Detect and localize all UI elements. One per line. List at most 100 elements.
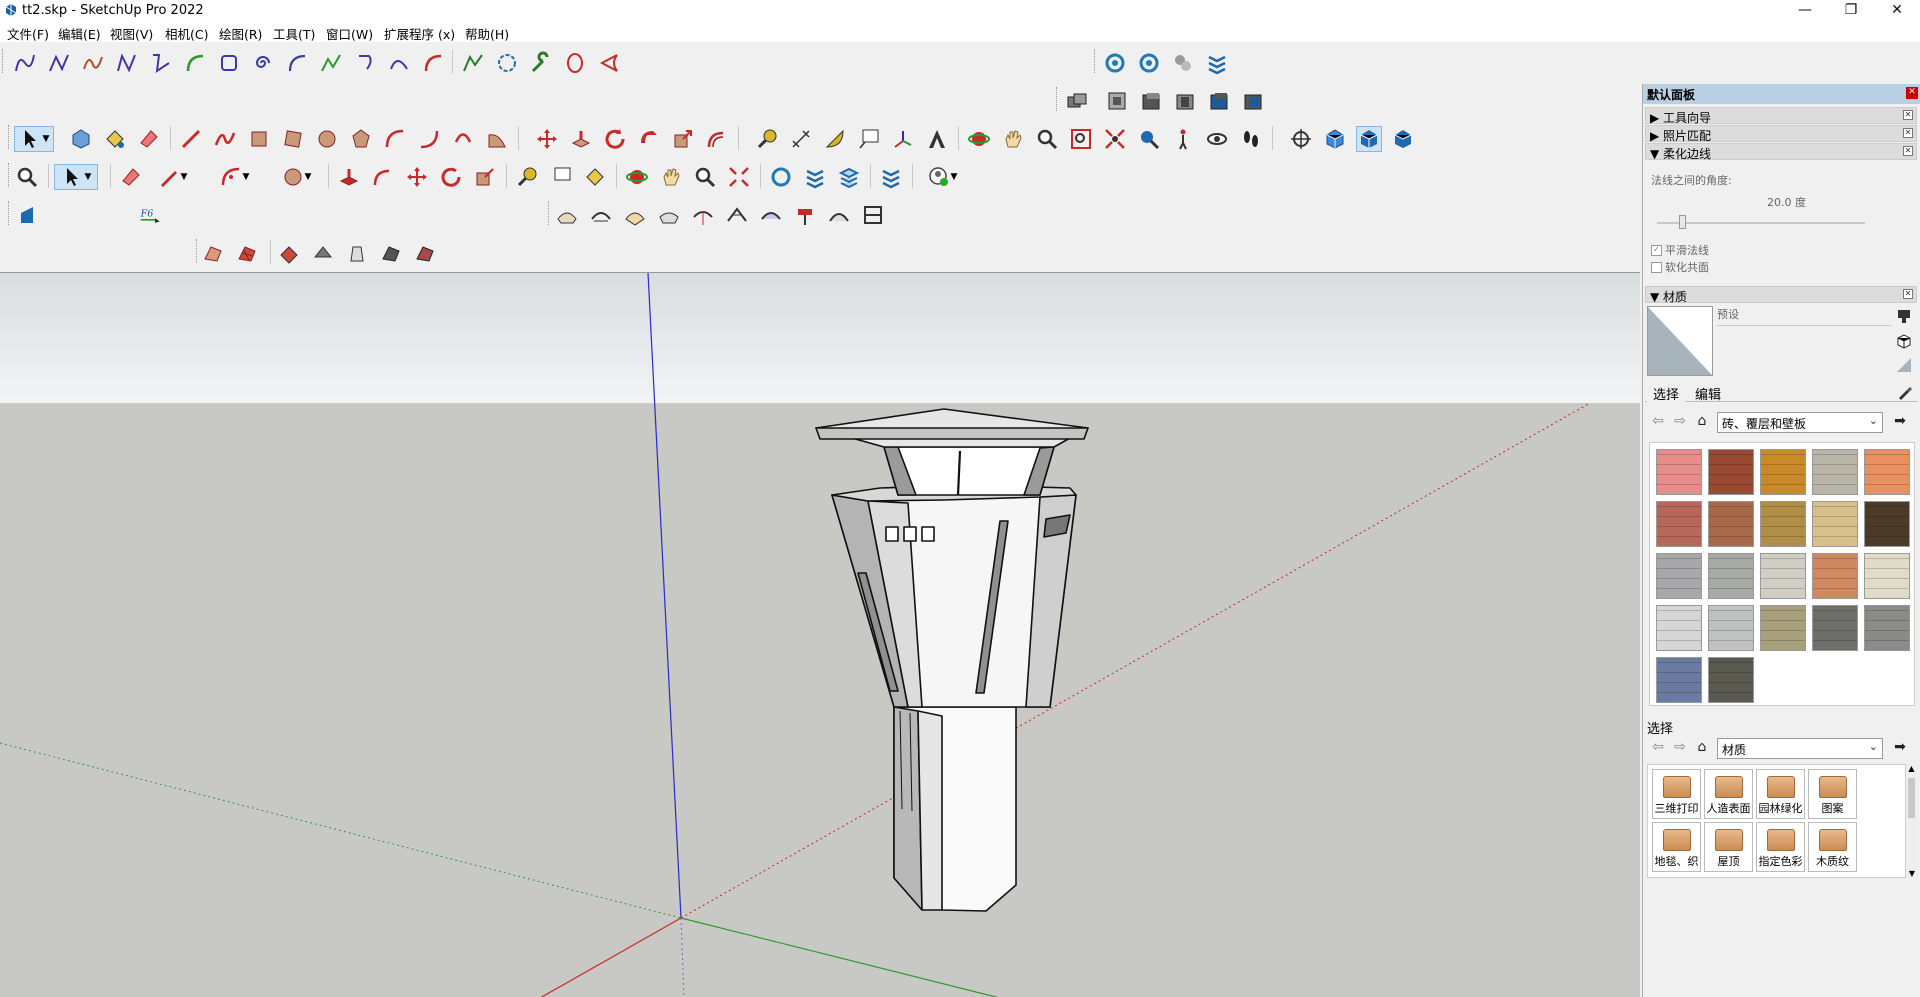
display-secondary-icon[interactable] [1895, 308, 1913, 326]
zoom-small-icon[interactable] [692, 164, 718, 190]
sandbox-detail-icon[interactable] [724, 202, 750, 228]
push-pull-icon[interactable] [568, 126, 594, 152]
bezier-curve-icon[interactable] [12, 50, 38, 76]
eraser-icon[interactable] [136, 126, 162, 152]
push-pull-small-icon[interactable] [336, 164, 362, 190]
rotated-rectangle-icon[interactable] [280, 126, 306, 152]
secondary-collection-dropdown[interactable]: 材质 ⌄ [1717, 738, 1883, 759]
terrain-stamp-icon[interactable] [276, 240, 302, 266]
soften-coplanar-checkbox[interactable] [1651, 261, 1662, 273]
home-icon[interactable]: ⌂ [1693, 412, 1711, 430]
pan-small-icon[interactable] [658, 164, 684, 190]
terrain-smooth-icon[interactable] [412, 240, 438, 266]
f6-formula-icon[interactable]: F6 [132, 202, 170, 228]
iso-view-icon[interactable] [1064, 88, 1090, 114]
pencil-dropdown-icon[interactable]: ▼ [152, 164, 192, 190]
footprints-icon[interactable] [1238, 126, 1264, 152]
move-icon[interactable] [534, 126, 560, 152]
rotate-small-icon[interactable] [438, 164, 464, 190]
polyline-icon[interactable] [114, 50, 140, 76]
tape-small-icon[interactable] [514, 164, 540, 190]
arc-2pt-icon[interactable] [416, 126, 442, 152]
material-swatch[interactable] [1656, 449, 1702, 495]
right-view-icon[interactable] [1172, 88, 1198, 114]
section-soften-edges[interactable]: ▼ 柔化边线 ✕ [1645, 143, 1917, 161]
3d-text-icon[interactable] [924, 126, 950, 152]
line-tool-icon[interactable] [178, 126, 204, 152]
3d-warehouse-icon[interactable] [1322, 126, 1348, 152]
toolbar-grip[interactable] [8, 163, 11, 187]
arc-red-icon[interactable] [420, 50, 446, 76]
sandbox-scratch-icon[interactable] [588, 202, 614, 228]
sandbox-add-icon[interactable] [826, 202, 852, 228]
menu-extensions[interactable]: 扩展程序 (x) [384, 24, 455, 43]
material-swatch[interactable] [1812, 605, 1858, 651]
protractor-icon[interactable] [822, 126, 848, 152]
section-materials[interactable]: ▼ 材质 ✕ [1645, 286, 1917, 304]
offset-icon[interactable] [704, 126, 730, 152]
material-swatch[interactable] [1812, 501, 1858, 547]
rectangle-icon[interactable] [246, 126, 272, 152]
material-swatch[interactable] [1708, 553, 1754, 599]
zoom-window-icon[interactable] [1068, 126, 1094, 152]
layers-x-icon[interactable] [878, 164, 904, 190]
terrain-from-contours-icon[interactable] [200, 240, 226, 266]
toolbar-grip[interactable] [8, 125, 11, 149]
look-around-icon[interactable] [1204, 126, 1230, 152]
material-name-field[interactable]: 预设 [1717, 306, 1891, 326]
create-material-icon[interactable] [1895, 332, 1913, 350]
back-arrow-icon[interactable]: ⇦ [1649, 412, 1667, 430]
material-swatch[interactable] [1864, 501, 1910, 547]
menu-window[interactable]: 窗口(W) [326, 24, 373, 43]
top-view-icon[interactable] [1104, 88, 1130, 114]
layers-small-icon[interactable] [802, 164, 828, 190]
zoom-magnifier-icon[interactable] [14, 164, 40, 190]
material-folder[interactable]: 园林绿化 [1756, 769, 1805, 819]
components-icon[interactable] [1170, 50, 1196, 76]
material-swatch[interactable] [1708, 605, 1754, 651]
close-small-icon[interactable]: ✕ [1903, 146, 1913, 156]
material-swatch[interactable] [1812, 553, 1858, 599]
dimension-icon[interactable] [788, 126, 814, 152]
extension-warehouse-icon[interactable] [1356, 126, 1382, 152]
material-folder[interactable]: 屋顶 [1704, 822, 1753, 872]
hook-curve-icon[interactable] [352, 50, 378, 76]
sandbox-flip-icon[interactable] [758, 202, 784, 228]
tray-close-icon[interactable]: ✕ [1906, 87, 1918, 99]
walk-icon[interactable] [1170, 126, 1196, 152]
smooth-normals-checkbox[interactable]: ✓ [1651, 244, 1662, 256]
gear-blue-2-icon[interactable] [1136, 50, 1162, 76]
tape-measure-icon[interactable] [754, 126, 780, 152]
rotate-icon[interactable] [602, 126, 628, 152]
solid-tool-icon[interactable] [14, 202, 40, 228]
terrain-drape-icon[interactable] [310, 240, 336, 266]
wrench-icon[interactable] [528, 50, 554, 76]
menu-edit[interactable]: 编辑(E) [58, 24, 101, 43]
tab-select[interactable]: 选择 [1647, 382, 1686, 403]
shape-dropdown-icon[interactable]: ▼ [272, 164, 320, 190]
material-folder[interactable]: 三维打印 [1652, 769, 1701, 819]
scale-icon[interactable] [670, 126, 696, 152]
material-folder[interactable]: 木质纹 [1808, 822, 1857, 872]
polyline-green-icon[interactable] [460, 50, 486, 76]
layers-icon[interactable] [1204, 50, 1230, 76]
folder-scrollbar[interactable]: ▲ ▼ [1905, 764, 1917, 878]
material-swatch[interactable] [1656, 501, 1702, 547]
layer-stack-icon[interactable] [836, 164, 862, 190]
material-swatch[interactable] [1864, 449, 1910, 495]
terrain-grid-icon[interactable] [234, 240, 260, 266]
sandbox-contours-icon[interactable] [554, 202, 580, 228]
back-view-icon[interactable] [1206, 88, 1232, 114]
paint-bucket-icon[interactable] [102, 126, 128, 152]
terrain-add-detail-icon[interactable] [344, 240, 370, 266]
model-viewport[interactable] [0, 272, 1640, 997]
toolbar-grip[interactable] [2, 49, 5, 73]
move-small-icon[interactable] [404, 164, 430, 190]
arc-dropdown-icon[interactable]: ▼ [210, 164, 258, 190]
sandbox-drape-icon[interactable] [690, 202, 716, 228]
zigzag-icon[interactable] [318, 50, 344, 76]
material-swatch[interactable] [1864, 553, 1910, 599]
maximize-button[interactable]: ❐ [1828, 0, 1874, 22]
orbit-icon[interactable] [966, 126, 992, 152]
toolbar-grip[interactable] [196, 239, 199, 263]
